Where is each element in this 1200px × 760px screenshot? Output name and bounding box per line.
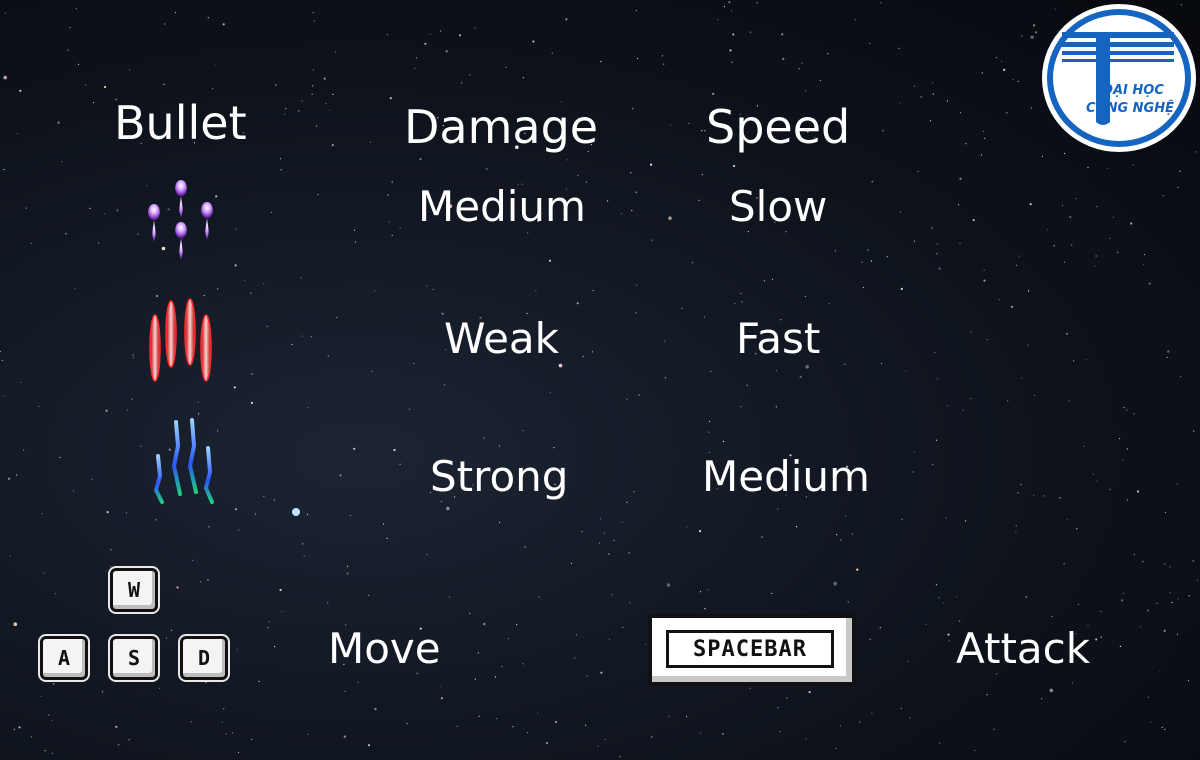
red-bullet-icon xyxy=(149,298,212,382)
s-key[interactable]: S xyxy=(110,636,158,680)
university-logo xyxy=(1042,4,1196,152)
d-key[interactable]: D xyxy=(180,636,228,680)
logo-text-line1: ĐẠI HỌC xyxy=(1102,83,1164,98)
attack-label: Attack xyxy=(956,624,1091,673)
spacebar-label: SPACEBAR xyxy=(666,630,834,668)
move-label: Move xyxy=(328,624,441,673)
header-bullet: Bullet xyxy=(114,96,247,150)
bullet-2-damage: Weak xyxy=(444,314,559,363)
header-speed: Speed xyxy=(706,100,851,154)
bullet-3-damage: Strong xyxy=(430,452,569,501)
bullet-2-speed: Fast xyxy=(736,314,821,363)
w-key[interactable]: W xyxy=(110,568,158,612)
header-damage: Damage xyxy=(404,100,599,154)
purple-bullet-icon xyxy=(148,180,213,260)
bullet-3-speed: Medium xyxy=(702,452,870,501)
spacebar-key[interactable]: SPACEBAR xyxy=(648,614,856,686)
bullet-1-speed: Slow xyxy=(729,182,828,231)
blue-bullet-icon xyxy=(153,418,214,504)
a-key[interactable]: A xyxy=(40,636,88,680)
logo-text-line2: CÔNG NGHỆ xyxy=(1086,101,1174,116)
bullet-1-damage: Medium xyxy=(418,182,586,231)
